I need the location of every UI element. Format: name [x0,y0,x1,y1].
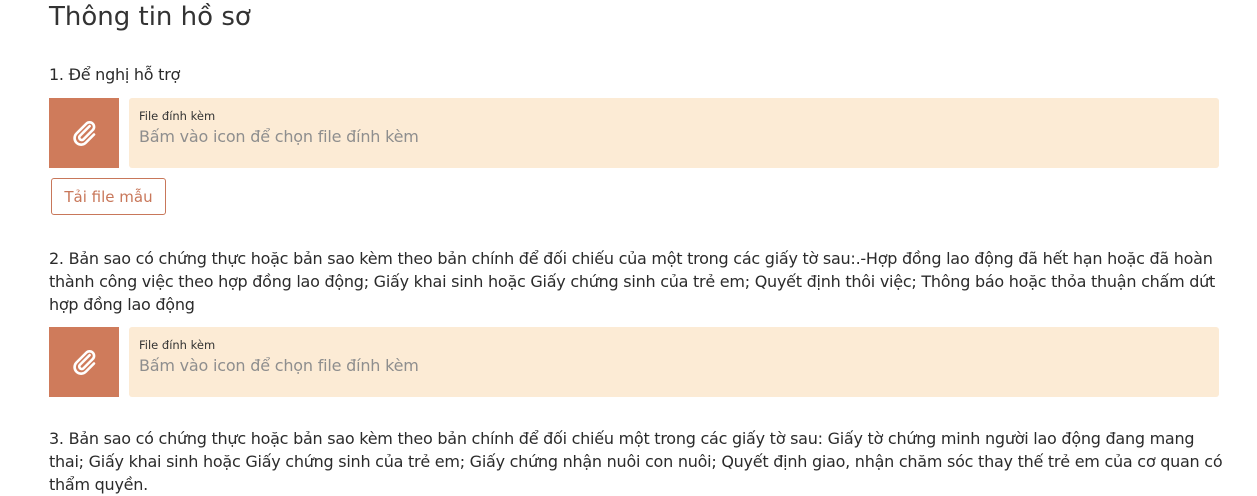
profile-info-page: Thông tin hồ sơ 1. Để nghị hỗ trợ File đ… [0,0,1257,496]
item-3-label: 3. Bản sao có chứng thực hoặc bản sao kè… [49,429,1223,494]
item-1-attachment: File đính kèm Bấm vào icon để chọn file … [49,98,1219,168]
paperclip-icon [73,350,96,375]
item-2-attach-field[interactable]: File đính kèm Bấm vào icon để chọn file … [129,327,1219,397]
download-template-button[interactable]: Tải file mẫu [51,178,166,215]
attach-field-placeholder: Bấm vào icon để chọn file đính kèm [139,356,419,375]
attach-field-placeholder: Bấm vào icon để chọn file đính kèm [139,127,419,146]
item-1-label: 1. Để nghị hỗ trợ [49,65,181,84]
item-2-label: 2. Bản sao có chứng thực hoặc bản sao kè… [49,249,1216,314]
item-2-attach-button[interactable] [49,327,119,397]
item-2-attachment: File đính kèm Bấm vào icon để chọn file … [49,327,1219,397]
item-1-attach-field[interactable]: File đính kèm Bấm vào icon để chọn file … [129,98,1219,168]
page-title: Thông tin hồ sơ [49,2,251,32]
attach-field-caption: File đính kèm [139,109,216,123]
paperclip-icon [73,121,96,146]
attach-field-caption: File đính kèm [139,338,216,352]
item-1-attach-button[interactable] [49,98,119,168]
